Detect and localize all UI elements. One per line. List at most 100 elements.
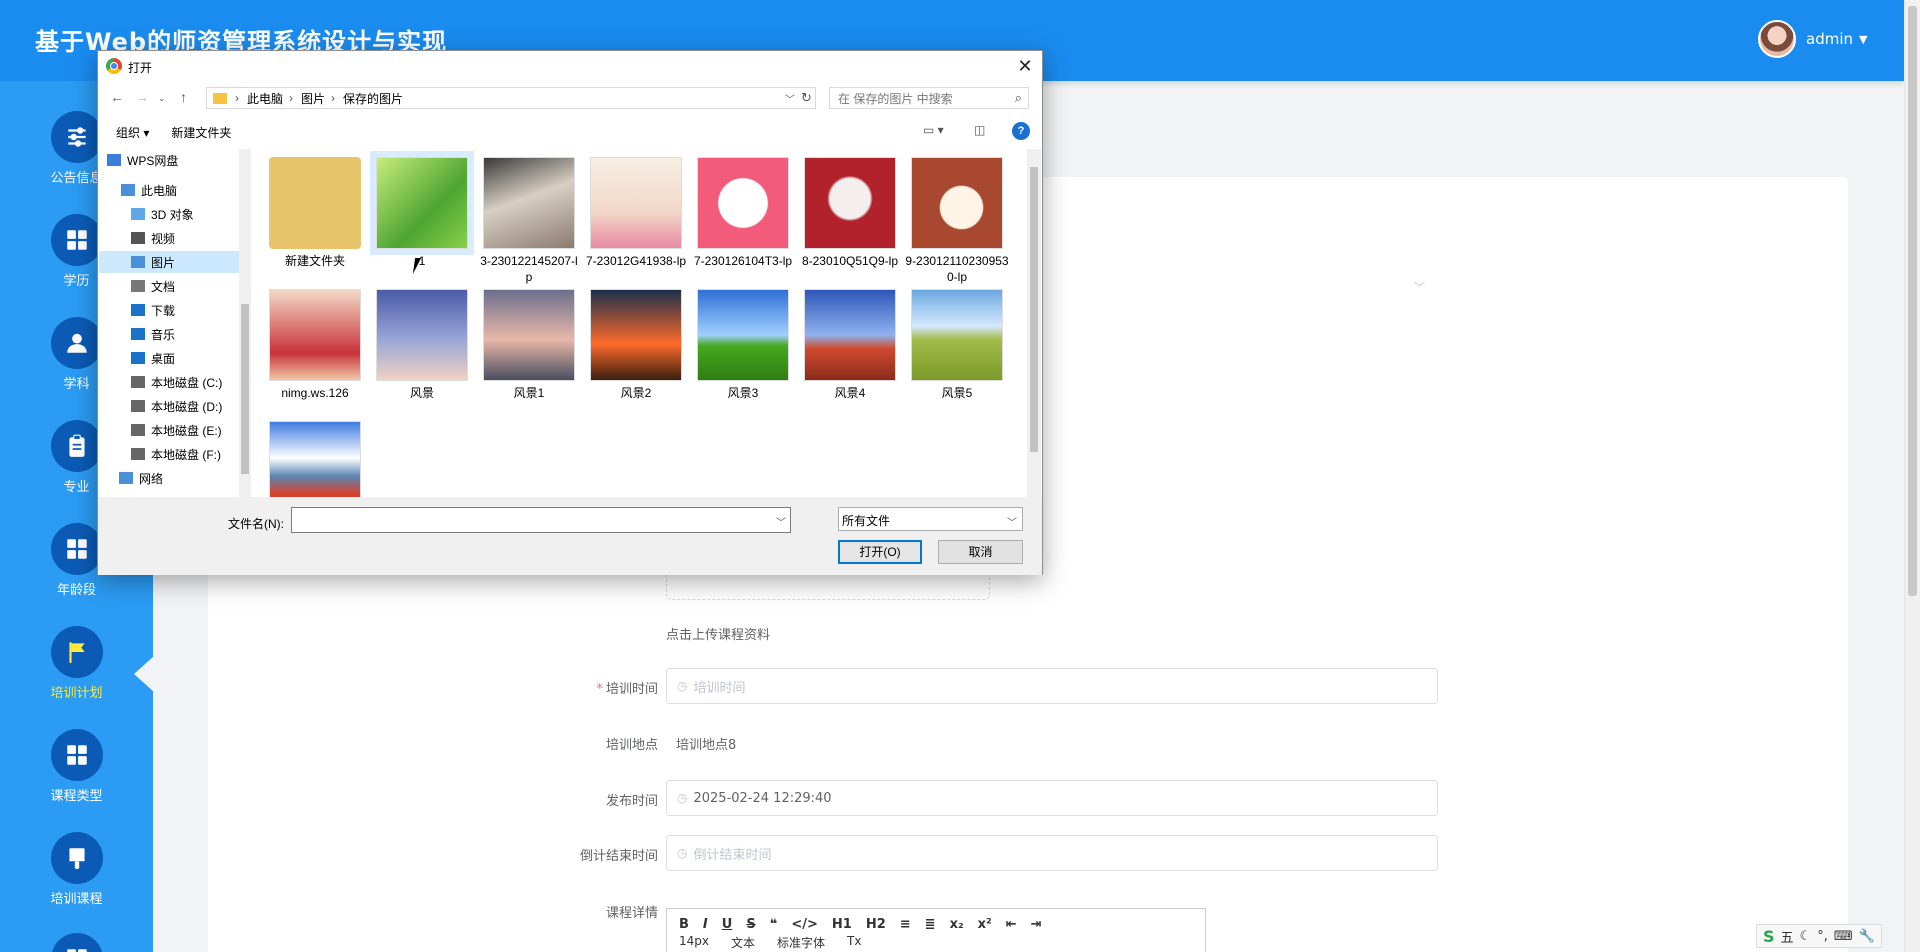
file-item[interactable]: 风景1 xyxy=(477,289,581,401)
view-options-icon[interactable]: ▭ ▾ xyxy=(923,123,944,137)
tree-scrollbar[interactable] xyxy=(239,149,251,497)
file-item[interactable]: 风景4 xyxy=(798,289,902,401)
recent-chevron-icon[interactable]: ⌄ xyxy=(158,93,166,104)
user-menu[interactable]: admin ▼ xyxy=(1758,20,1867,58)
page-scroll-thumb[interactable] xyxy=(1908,6,1917,596)
folder-icon[interactable] xyxy=(269,157,361,249)
publish-time-input[interactable]: ◷ 2025-02-24 12:29:40 xyxy=(666,780,1438,816)
punct-icon[interactable]: °, xyxy=(1817,929,1828,944)
h1-button[interactable]: H1 xyxy=(832,917,852,932)
file-item[interactable]: 9-230121102309530-lp xyxy=(905,157,1009,285)
ordered-list-button[interactable]: ≡ xyxy=(900,917,911,932)
image-thumbnail[interactable] xyxy=(911,289,1003,381)
code-button[interactable]: </> xyxy=(791,917,818,932)
user-name[interactable]: admin xyxy=(1806,30,1853,48)
tree-item[interactable]: 此电脑 xyxy=(121,179,177,201)
tree-item[interactable]: 本地磁盘 (C:) xyxy=(131,371,222,393)
breadcrumb-pc[interactable]: 此电脑 xyxy=(247,90,283,107)
filename-input[interactable]: ﹀ xyxy=(291,507,791,533)
image-thumbnail[interactable] xyxy=(269,289,361,381)
subscript-button[interactable]: x₂ xyxy=(950,917,964,932)
tree-item[interactable]: WPS网盘 xyxy=(107,149,178,171)
outdent-button[interactable]: ⇤ xyxy=(1006,917,1017,932)
help-icon[interactable]: ? xyxy=(1012,122,1030,140)
image-thumbnail[interactable] xyxy=(269,421,361,497)
search-input[interactable]: 在 保存的图片 中搜索 ⌕ xyxy=(829,87,1029,109)
open-button[interactable]: 打开(O) xyxy=(838,540,922,564)
cancel-button[interactable]: 取消 xyxy=(938,540,1023,564)
image-thumbnail[interactable] xyxy=(804,157,896,249)
new-folder-button[interactable]: 新建文件夹 xyxy=(171,124,231,141)
close-icon[interactable]: ✕ xyxy=(1012,53,1038,79)
chevron-down-icon[interactable]: ﹀ xyxy=(776,514,786,529)
refresh-icon[interactable]: ↻ xyxy=(801,90,812,106)
wrench-icon[interactable]: 🔧 xyxy=(1859,929,1875,944)
image-thumbnail[interactable] xyxy=(483,157,575,249)
image-thumbnail[interactable] xyxy=(370,151,474,255)
rich-text-editor[interactable]: B I U S ❝ </> H1 H2 ≡ ≣ x₂ x² ⇤ ⇥ 14px 文… xyxy=(666,908,1206,952)
tree-item[interactable]: 网络 xyxy=(119,467,163,489)
avatar[interactable] xyxy=(1758,20,1796,58)
page-scrollbar[interactable] xyxy=(1904,0,1920,952)
image-thumbnail[interactable] xyxy=(697,157,789,249)
file-item[interactable] xyxy=(263,421,367,497)
preview-pane-icon[interactable]: ◫ xyxy=(974,123,985,137)
tree-item[interactable]: 本地磁盘 (F:) xyxy=(131,443,221,465)
caret-down-icon[interactable]: ▼ xyxy=(1859,33,1867,46)
italic-button[interactable]: I xyxy=(703,917,708,932)
ime-mode[interactable]: 五 xyxy=(1781,927,1794,946)
image-thumbnail[interactable] xyxy=(483,289,575,381)
file-item[interactable]: 1 xyxy=(370,151,474,269)
h2-button[interactable]: H2 xyxy=(866,917,886,932)
image-thumbnail[interactable] xyxy=(697,289,789,381)
address-bar[interactable]: › 此电脑 › 图片 › 保存的图片 ﹀ xyxy=(206,87,816,109)
file-item[interactable]: 7-230126104T3-lp xyxy=(691,157,795,269)
up-icon[interactable]: ↑ xyxy=(180,89,187,105)
file-item[interactable]: nimg.ws.126 xyxy=(263,289,367,401)
back-icon[interactable]: ← xyxy=(110,89,124,105)
folder-item[interactable]: 新建文件夹 xyxy=(263,157,367,269)
sidebar-item-course-type[interactable]: 课程类型 xyxy=(0,729,153,819)
file-item[interactable]: 7-23012G41938-lp xyxy=(584,157,688,269)
file-item[interactable]: 风景3 xyxy=(691,289,795,401)
sidebar-item-training-plan[interactable]: 培训计划 xyxy=(0,626,153,716)
image-thumbnail[interactable] xyxy=(590,289,682,381)
tree-item[interactable]: 本地磁盘 (E:) xyxy=(131,419,222,441)
file-item[interactable]: 8-23010Q51Q9-lp xyxy=(798,157,902,269)
image-thumbnail[interactable] xyxy=(804,289,896,381)
breadcrumb-saved[interactable]: 保存的图片 xyxy=(343,90,403,107)
breadcrumb-pictures[interactable]: 图片 xyxy=(301,90,325,107)
chevron-down-icon[interactable]: ﹀ xyxy=(785,91,795,106)
countdown-input[interactable]: ◷ 倒计结束时间 xyxy=(666,835,1438,871)
tree-item[interactable]: 图片 xyxy=(99,251,239,273)
forward-icon[interactable]: → xyxy=(135,89,149,105)
filetype-select[interactable]: 所有文件 ﹀ xyxy=(838,507,1023,531)
tree-item[interactable]: 下载 xyxy=(131,299,175,321)
file-item[interactable]: 3-230122145207-lp xyxy=(477,157,581,285)
font-size-select[interactable]: 14px xyxy=(679,934,709,951)
file-item[interactable]: 风景 xyxy=(370,289,474,401)
sidebar-item-more[interactable] xyxy=(0,933,153,952)
train-time-input[interactable]: ◷ 培训时间 xyxy=(666,668,1438,704)
quote-button[interactable]: ❝ xyxy=(770,917,778,932)
tree-item[interactable]: 音乐 xyxy=(131,323,175,345)
dialog-titlebar[interactable]: 打开 ✕ xyxy=(98,51,1042,81)
grid-scrollbar[interactable] xyxy=(1027,149,1041,497)
keyboard-icon[interactable]: ⌨ xyxy=(1834,929,1853,944)
tree-item[interactable]: 3D 对象 xyxy=(131,203,194,225)
file-item[interactable]: 风景5 xyxy=(905,289,1009,401)
bold-button[interactable]: B xyxy=(679,917,689,932)
image-thumbnail[interactable] xyxy=(911,157,1003,249)
underline-button[interactable]: U xyxy=(722,917,733,932)
ime-toolbar[interactable]: S 五 ☾ °, ⌨ 🔧 xyxy=(1756,924,1882,948)
organize-button[interactable]: 组织 ▾ xyxy=(116,124,149,141)
clear-format-button[interactable]: Tx xyxy=(847,934,861,951)
tree-item[interactable]: 本地磁盘 (D:) xyxy=(131,395,222,417)
moon-icon[interactable]: ☾ xyxy=(1800,929,1812,944)
indent-button[interactable]: ⇥ xyxy=(1031,917,1042,932)
chevron-down-icon[interactable]: ﹀ xyxy=(1414,279,1425,295)
image-thumbnail[interactable] xyxy=(590,157,682,249)
tree-item[interactable]: 视频 xyxy=(131,227,175,249)
strike-button[interactable]: S xyxy=(746,917,755,932)
sidebar-item-training-course[interactable]: 培训课程 xyxy=(0,832,153,922)
